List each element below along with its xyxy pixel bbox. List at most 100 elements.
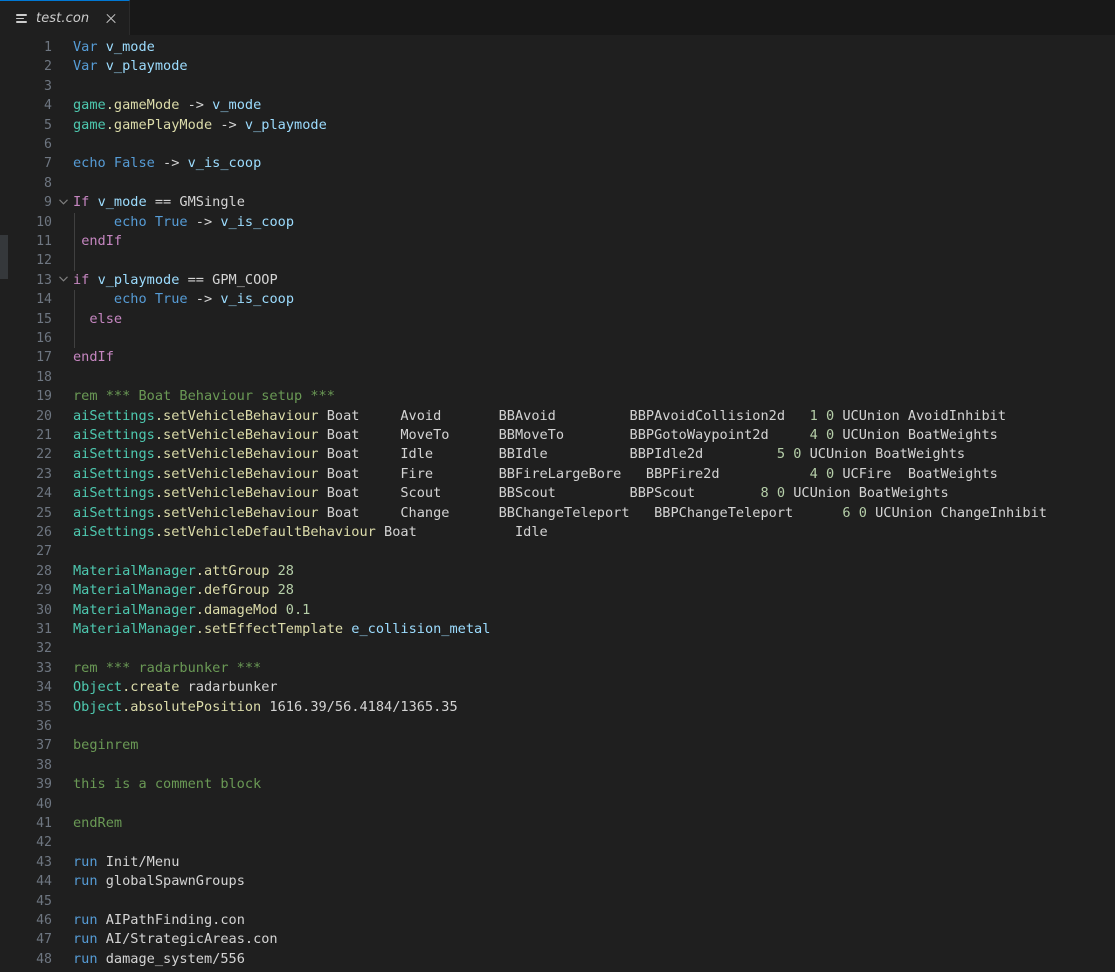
close-icon[interactable] bbox=[101, 8, 121, 28]
indent-guide bbox=[74, 290, 75, 349]
code-line[interactable]: 23 aiSettings.setVehicleBehaviour Boat Fi… bbox=[0, 465, 1115, 484]
code-line[interactable]: 43 run Init/Menu bbox=[0, 853, 1115, 872]
code-line[interactable]: 37 beginrem bbox=[0, 736, 1115, 755]
code-line[interactable]: 9 If v_mode == GMSingle bbox=[0, 193, 1115, 212]
code-line[interactable]: 7 echo False -> v_is_coop bbox=[0, 154, 1115, 173]
code-line[interactable]: 34 Object.create radarbunker bbox=[0, 678, 1115, 697]
code-line[interactable]: 42 bbox=[0, 833, 1115, 852]
line-number: 17 bbox=[36, 350, 52, 366]
code-line[interactable]: 24 aiSettings.setVehicleBehaviour Boat Sc… bbox=[0, 484, 1115, 503]
code-text: run AI/StrategicAreas.con bbox=[73, 931, 278, 948]
code-line[interactable]: 13 if v_playmode == GPM_COOP bbox=[0, 271, 1115, 290]
code-line[interactable]: 33 rem *** radarbunker *** bbox=[0, 659, 1115, 678]
line-number: 8 bbox=[44, 175, 52, 191]
line-number: 34 bbox=[36, 680, 52, 696]
code-line[interactable]: 16 bbox=[0, 329, 1115, 348]
code-line[interactable]: 45 bbox=[0, 892, 1115, 911]
line-number: 10 bbox=[36, 214, 52, 230]
code-line[interactable]: 28 MaterialManager.attGroup 28 bbox=[0, 562, 1115, 581]
code-line[interactable]: 15 else bbox=[0, 310, 1115, 329]
line-number: 19 bbox=[36, 389, 52, 405]
code-line[interactable]: 27 bbox=[0, 542, 1115, 561]
line-number: 14 bbox=[36, 292, 52, 308]
code-line[interactable]: 20 aiSettings.setVehicleBehaviour Boat Av… bbox=[0, 407, 1115, 426]
code-editor[interactable]: 1 Var v_mode 2 Var v_playmode 3 4 game.gameMod… bbox=[0, 35, 1115, 972]
code-line[interactable]: 18 bbox=[0, 368, 1115, 387]
code-text: rem *** radarbunker *** bbox=[73, 659, 262, 676]
line-number: 42 bbox=[36, 835, 52, 851]
line-number: 27 bbox=[36, 544, 52, 560]
code-line[interactable]: 32 bbox=[0, 639, 1115, 658]
code-line[interactable]: 12 bbox=[0, 251, 1115, 270]
code-line[interactable]: 29 MaterialManager.defGroup 28 bbox=[0, 581, 1115, 600]
code-line[interactable]: 2 Var v_playmode bbox=[0, 57, 1115, 76]
code-text: echo True -> v_is_coop bbox=[113, 213, 295, 230]
code-line[interactable]: 31 MaterialManager.setEffectTemplate e_co… bbox=[0, 620, 1115, 639]
line-number: 40 bbox=[36, 796, 52, 812]
code-line[interactable]: 30 MaterialManager.damageMod 0.1 bbox=[0, 601, 1115, 620]
code-text: if v_playmode == GPM_COOP bbox=[73, 271, 278, 288]
code-text: Object.absolutePosition 1616.39/56.4184/… bbox=[73, 698, 458, 715]
code-text: rem *** Boat Behaviour setup *** bbox=[73, 388, 335, 405]
line-number: 46 bbox=[36, 913, 52, 928]
line-number: 18 bbox=[36, 369, 52, 385]
code-line[interactable]: 22 aiSettings.setVehicleBehaviour Boat Id… bbox=[0, 445, 1115, 464]
line-number: 25 bbox=[36, 505, 52, 521]
code-line[interactable]: 17 endIf bbox=[0, 348, 1115, 367]
line-number: 43 bbox=[36, 854, 52, 870]
horizontal-scrollbar[interactable] bbox=[0, 968, 1115, 972]
code-text: aiSettings.setVehicleBehaviour Boat Idle… bbox=[73, 446, 966, 463]
code-line[interactable]: 4 game.gameMode -> v_mode bbox=[0, 96, 1115, 115]
code-line[interactable]: 10 echo True -> v_is_coop bbox=[0, 213, 1115, 232]
code-line[interactable]: 11 endIf bbox=[0, 232, 1115, 251]
line-number: 9 bbox=[44, 195, 52, 211]
line-number: 23 bbox=[36, 466, 52, 482]
code-line[interactable]: 19 rem *** Boat Behaviour setup *** bbox=[0, 387, 1115, 406]
code-line[interactable]: 6 bbox=[0, 135, 1115, 154]
code-line[interactable]: 5 game.gamePlayMode -> v_playmode bbox=[0, 116, 1115, 135]
code-line[interactable]: 40 bbox=[0, 795, 1115, 814]
code-line[interactable]: 21 aiSettings.setVehicleBehaviour Boat Mo… bbox=[0, 426, 1115, 445]
code-text: Var v_playmode bbox=[73, 58, 188, 75]
code-line[interactable]: 36 bbox=[0, 717, 1115, 736]
code-text: MaterialManager.setEffectTemplate e_coll… bbox=[73, 621, 491, 637]
code-line[interactable]: 14 echo True -> v_is_coop bbox=[0, 290, 1115, 309]
line-number: 6 bbox=[44, 137, 52, 152]
tab-label: test.con bbox=[36, 10, 90, 26]
code-line[interactable]: 8 bbox=[0, 174, 1115, 193]
code-line[interactable]: 3 bbox=[0, 77, 1115, 96]
code-line[interactable]: 35 Object.absolutePosition 1616.39/56.418… bbox=[0, 698, 1115, 717]
code-text: beginrem bbox=[73, 737, 139, 754]
code-text: run globalSpawnGroups bbox=[73, 873, 245, 890]
code-line[interactable]: 38 bbox=[0, 756, 1115, 775]
line-number: 13 bbox=[36, 272, 52, 288]
line-number: 12 bbox=[36, 253, 52, 269]
code-text: aiSettings.setVehicleBehaviour Boat Move… bbox=[73, 427, 998, 443]
fold-chevron-down-icon[interactable] bbox=[56, 193, 70, 205]
code-line[interactable]: 47 run AI/StrategicAreas.con bbox=[0, 930, 1115, 949]
line-number: 41 bbox=[36, 816, 52, 831]
fold-chevron-down-icon[interactable] bbox=[56, 271, 70, 283]
code-text: MaterialManager.defGroup 28 bbox=[73, 582, 294, 599]
code-text: aiSettings.setVehicleBehaviour Boat Avoi… bbox=[73, 407, 1007, 424]
code-line[interactable]: 39 this is a comment block bbox=[0, 775, 1115, 794]
code-text: else bbox=[89, 310, 123, 327]
code-line[interactable]: 1 Var v_mode bbox=[0, 38, 1115, 57]
line-number: 24 bbox=[36, 486, 52, 502]
tab-bar: test.con bbox=[0, 0, 1115, 35]
code-line[interactable]: 25 aiSettings.setVehicleBehaviour Boat Ch… bbox=[0, 504, 1115, 523]
line-number: 1 bbox=[44, 40, 52, 55]
code-line[interactable]: 44 run globalSpawnGroups bbox=[0, 872, 1115, 891]
line-number: 7 bbox=[44, 156, 52, 172]
code-line[interactable]: 41 endRem bbox=[0, 814, 1115, 833]
code-line[interactable]: 46 run AIPathFinding.con bbox=[0, 911, 1115, 930]
line-number: 28 bbox=[36, 563, 52, 579]
line-number: 29 bbox=[36, 583, 52, 599]
code-line[interactable]: 48 run damage_system/556 bbox=[0, 950, 1115, 969]
file-lines-icon bbox=[14, 10, 30, 26]
code-line[interactable]: 26 aiSettings.setVehicleDefaultBehaviour … bbox=[0, 523, 1115, 542]
code-text: aiSettings.setVehicleBehaviour Boat Fire… bbox=[73, 465, 998, 482]
code-text: aiSettings.setVehicleBehaviour Boat Chan… bbox=[73, 504, 1047, 521]
line-number: 26 bbox=[36, 525, 52, 540]
tab-test-con[interactable]: test.con bbox=[0, 0, 131, 35]
